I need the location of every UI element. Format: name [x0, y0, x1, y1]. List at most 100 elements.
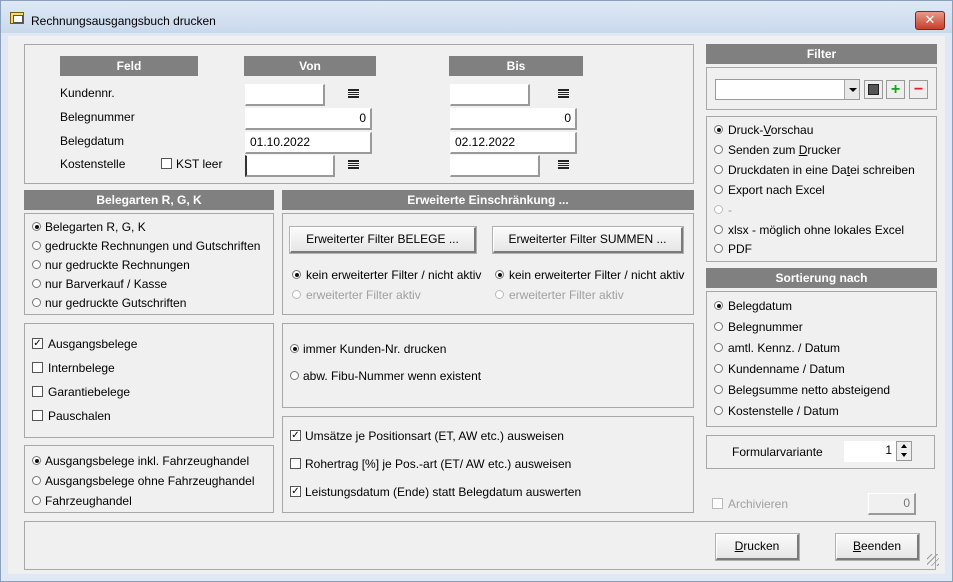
printer-app-icon [10, 12, 24, 24]
umsatz-item-label: Umsätze je Positionsart (ET, AW etc.) au… [305, 429, 564, 443]
belegarten-option-label: nur gedruckte Gutschriften [45, 296, 187, 310]
resize-grip-icon[interactable] [927, 554, 939, 566]
archivieren-input: 0 [868, 493, 916, 515]
save-filter-button[interactable] [864, 80, 883, 99]
title-bar[interactable]: Rechnungsausgangsbuch drucken ✕ [1, 1, 952, 33]
filter-header: Filter [706, 44, 937, 64]
label-kostenstelle: Kostenstelle [60, 157, 126, 171]
sort-option-label: Belegsumme netto absteigend [728, 383, 891, 397]
kundennr-group [282, 323, 694, 408]
bottom-bar [24, 521, 936, 570]
radio-nur-gutschriften[interactable] [32, 298, 41, 307]
checkbox-umsaetze[interactable]: ✓ [290, 430, 301, 441]
close-button[interactable]: ✕ [915, 11, 945, 30]
belege-item-label: Pauschalen [48, 409, 111, 423]
erweitert-header: Erweiterte Einschränkung ... [282, 190, 694, 210]
radio-belegarten-rgk[interactable] [32, 222, 41, 231]
kein-filter-summen-label: kein erweiterter Filter / nicht aktiv [509, 268, 685, 282]
radio-filter-aktiv-belege [292, 290, 301, 299]
radio-gedruckte-rech-gut[interactable] [32, 241, 41, 250]
ausgabe-option-label: Druckdaten in eine Datei schreiben [728, 163, 915, 177]
formularvariante-label: Formularvariante [732, 445, 823, 459]
archivieren-label: Archivieren [728, 497, 789, 511]
belegnummer-von-input[interactable]: 0 [245, 108, 372, 130]
belegarten-option-label: nur Barverkauf / Kasse [45, 277, 168, 291]
immer-kundennr-label: immer Kunden-Nr. drucken [303, 342, 447, 356]
beenden-button[interactable]: Beenden [835, 533, 920, 561]
radio-pdf[interactable] [714, 244, 723, 253]
filter-summen-button[interactable]: Erweiterter Filter SUMMEN ... [492, 226, 684, 254]
belege-item-label: Ausgangsbelege [48, 337, 138, 351]
umsatz-item-label: Leistungsdatum (Ende) statt Belegdatum a… [305, 485, 582, 499]
radio-inkl-fahrzeughandel[interactable] [32, 456, 41, 465]
radio-sort-belegnummer[interactable] [714, 322, 723, 331]
label-kundennr: Kundennr. [60, 86, 115, 100]
list-icon-kundennr-von[interactable] [348, 89, 359, 98]
radio-sort-kennz[interactable] [714, 343, 723, 352]
add-filter-button[interactable]: + [886, 80, 905, 99]
kundennr-bis-input[interactable] [450, 84, 530, 106]
fahrzeug-option-label: Ausgangsbelege inkl. Fahrzeughandel [45, 454, 250, 468]
radio-nur-rechnungen[interactable] [32, 260, 41, 269]
checkbox-archivieren [712, 498, 723, 509]
radio-immer-kundennr[interactable] [290, 344, 299, 353]
abw-fibu-label: abw. Fibu-Nummer wenn existent [303, 369, 482, 383]
dialog-client: Feld Von Bis Kundennr. Belegnummer 0 0 B… [8, 36, 945, 574]
filter-belege-button[interactable]: Erweiterter Filter BELEGE ... [289, 226, 477, 254]
list-icon-kostenstelle-bis[interactable] [558, 160, 569, 169]
checkbox-garantiebelege[interactable] [32, 386, 43, 397]
chevron-down-icon[interactable] [844, 80, 859, 99]
checkbox-rohertrag[interactable] [290, 458, 301, 469]
radio-sort-kostenstelle[interactable] [714, 406, 723, 415]
belege-item-label: Garantiebelege [48, 385, 131, 399]
radio-xlsx[interactable] [714, 225, 723, 234]
belegarten-option-label: Belegarten R, G, K [45, 220, 146, 234]
radio-datei-schreiben[interactable] [714, 165, 723, 174]
radio-ohne-fahrzeughandel[interactable] [32, 476, 41, 485]
radio-fahrzeughandel[interactable] [32, 496, 41, 505]
belegarten-option-label: gedruckte Rechnungen und Gutschriften [45, 239, 261, 253]
ausgabe-option-label: Export nach Excel [728, 183, 825, 197]
sort-option-label: Kundenname / Datum [728, 362, 845, 376]
checkbox-internbelege[interactable] [32, 362, 43, 373]
umsatz-item-label: Rohertrag [%] je Pos.-art (ET/ AW etc.) … [305, 457, 572, 471]
filter-combo[interactable] [715, 79, 860, 100]
list-icon-kostenstelle-von[interactable] [348, 160, 359, 169]
checkbox-leistungsdatum[interactable]: ✓ [290, 486, 301, 497]
belegnummer-bis-input[interactable]: 0 [450, 108, 577, 130]
kst-leer-checkbox[interactable] [161, 158, 172, 169]
kostenstelle-von-input[interactable] [245, 155, 335, 177]
label-belegdatum: Belegdatum [60, 134, 125, 148]
sort-option-label: Kostenstelle / Datum [728, 404, 839, 418]
radio-kein-filter-belege[interactable] [292, 270, 301, 279]
list-icon-kundennr-bis[interactable] [558, 89, 569, 98]
belegarten-option-label: nur gedruckte Rechnungen [45, 258, 190, 272]
belege-item-label: Internbelege [48, 361, 115, 375]
formularvariante-spinner[interactable] [896, 441, 912, 461]
belegdatum-bis-input[interactable]: 02.12.2022 [450, 132, 577, 154]
radio-sort-kundenname[interactable] [714, 364, 723, 373]
formularvariante-input[interactable]: 1 [844, 441, 896, 462]
checkbox-ausgangsbelege[interactable]: ✓ [32, 338, 43, 349]
kein-filter-belege-label: kein erweiterter Filter / nicht aktiv [306, 268, 482, 282]
radio-kein-filter-summen[interactable] [495, 270, 504, 279]
radio-sort-belegdatum[interactable] [714, 301, 723, 310]
radio-sort-belegsumme[interactable] [714, 385, 723, 394]
radio-nur-barverkauf[interactable] [32, 279, 41, 288]
drucken-button[interactable]: Drucken [715, 533, 800, 561]
sort-option-label: Belegdatum [728, 299, 793, 313]
belegdatum-von-input[interactable]: 01.10.2022 [245, 132, 372, 154]
remove-filter-button[interactable]: − [909, 80, 928, 99]
filter-aktiv-belege-label: erweiterter Filter aktiv [306, 288, 421, 302]
kundennr-von-input[interactable] [245, 84, 325, 106]
radio-druck-vorschau[interactable] [714, 125, 723, 134]
ausgabe-option-label: - [728, 203, 732, 217]
header-bis: Bis [449, 56, 583, 76]
fahrzeug-option-label: Ausgangsbelege ohne Fahrzeughandel [45, 474, 255, 488]
kostenstelle-bis-input[interactable] [450, 155, 540, 177]
radio-senden-drucker[interactable] [714, 145, 723, 154]
radio-export-excel[interactable] [714, 185, 723, 194]
ausgabe-option-label: Senden zum Drucker [728, 143, 841, 157]
radio-abw-fibu[interactable] [290, 371, 299, 380]
checkbox-pauschalen[interactable] [32, 410, 43, 421]
